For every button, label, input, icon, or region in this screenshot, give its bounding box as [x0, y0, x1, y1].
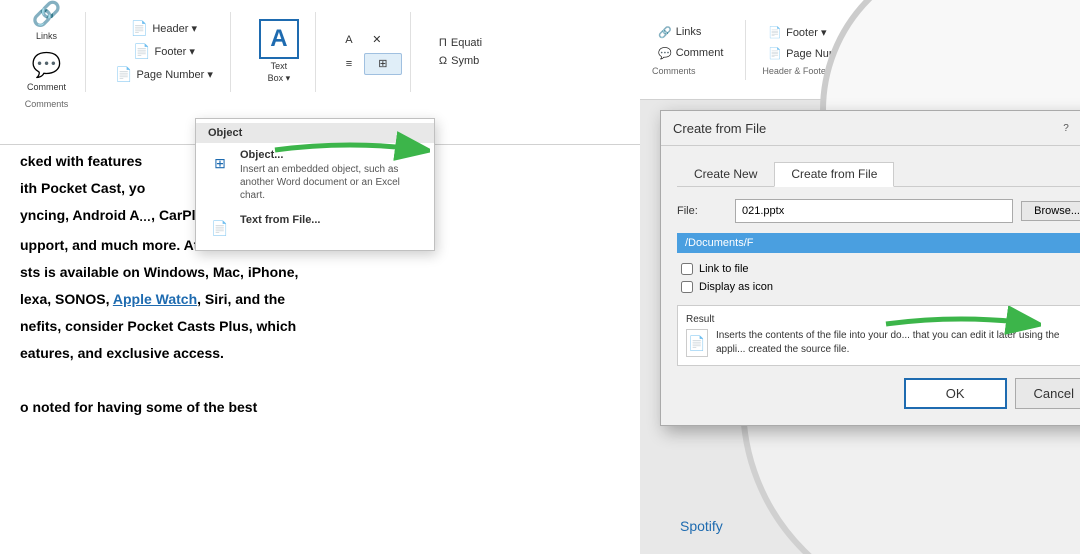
- symbol-label: Symb: [451, 55, 479, 67]
- doc-line-9: [20, 370, 620, 391]
- links-button[interactable]: 🔗 Links: [22, 0, 72, 46]
- dialog-title: Create from File: [673, 121, 1057, 136]
- left-panel: 🔗 Links 💬 Comment Comments 📄 Header ▾: [0, 0, 640, 554]
- textbox-label: Text: [271, 61, 288, 71]
- textbox-button[interactable]: A Text Box ▾: [255, 15, 303, 88]
- footer-button[interactable]: 📄 Footer ▾: [126, 40, 202, 63]
- equation-button[interactable]: Π Equati: [433, 35, 488, 51]
- font-color-button[interactable]: A: [336, 29, 362, 51]
- links-group: 🔗 Links 💬 Comment Comments: [8, 12, 86, 92]
- pi-icon: Π: [439, 37, 447, 49]
- align-left-button[interactable]: ≡: [336, 53, 362, 75]
- link-to-file-label: Link to file: [699, 263, 749, 275]
- dialog-footer: OK Cancel: [677, 378, 1080, 409]
- text-from-file-title: Text from File...: [240, 214, 422, 226]
- textbox-group: A Text Box ▾: [243, 12, 316, 92]
- equation-label: Equati: [451, 37, 482, 49]
- dialog-titlebar: Create from File ? ✕: [661, 111, 1080, 146]
- ok-button[interactable]: OK: [904, 378, 1007, 409]
- right-comment-icon: 💬: [658, 47, 672, 60]
- right-comments-label: Comments: [652, 66, 729, 76]
- object-icon: ⊞: [208, 151, 232, 175]
- doc-line-10: o noted for having some of the best: [20, 397, 620, 418]
- textbox-icon: A: [259, 19, 299, 59]
- tab-create-from-file[interactable]: Create from File: [774, 162, 894, 187]
- spotify-link[interactable]: Spotify: [680, 518, 723, 534]
- green-arrow-right: [881, 306, 1041, 341]
- right-comment-label: Comment: [676, 47, 724, 59]
- comment-button[interactable]: 💬 Comment: [18, 46, 75, 97]
- create-from-file-dialog: Create from File ? ✕ Create New Create f…: [660, 110, 1080, 426]
- browse-button[interactable]: Browse...: [1021, 201, 1080, 221]
- page-number-label: Page Number ▾: [136, 68, 212, 81]
- green-arrow-left: [270, 130, 430, 170]
- doc-line-7: nefits, consider Pocket Casts Plus, whic…: [20, 316, 620, 337]
- page-number-button[interactable]: 📄 Page Number ▾: [108, 63, 220, 86]
- doc-line-6: lexa, SONOS, Apple Watch, Siri, and the: [20, 289, 620, 310]
- comment-label: Comment: [27, 82, 66, 92]
- path-bar: /Documents/F: [677, 233, 1080, 253]
- header-label: Header ▾: [152, 22, 197, 35]
- right-links-icon: 🔗: [658, 26, 672, 39]
- dialog-checkboxes: Link to file Display as icon: [681, 263, 1080, 293]
- dropdown-item-text-content: Text from File...: [240, 214, 422, 226]
- tab-create-new[interactable]: Create New: [677, 162, 774, 186]
- cancel-button[interactable]: Cancel: [1015, 378, 1080, 409]
- comment-icon: 💬: [32, 51, 62, 80]
- equations-group: Π Equati Ω Symb: [423, 12, 498, 92]
- text-from-file-icon: 📄: [208, 216, 232, 240]
- dialog-body: Create New Create from File File: Browse…: [661, 146, 1080, 425]
- ribbon-separator: [745, 20, 746, 80]
- file-label: File:: [677, 205, 727, 217]
- links-icon: 🔗: [32, 0, 62, 29]
- footer-label: Footer ▾: [154, 45, 194, 58]
- dropdown-item-text-from-file[interactable]: 📄 Text from File...: [196, 208, 434, 246]
- right-footer-icon: 📄: [768, 26, 782, 39]
- dialog-controls: ? ✕: [1057, 119, 1080, 137]
- doc-line-8: eatures, and exclusive access.: [20, 343, 620, 364]
- insert-frame-button[interactable]: ⊞: [364, 53, 402, 75]
- right-page-number-icon: 📄: [768, 47, 782, 60]
- file-field: File: Browse...: [677, 199, 1080, 223]
- symbol-button[interactable]: Ω Symb: [433, 53, 488, 69]
- display-as-icon-checkbox[interactable]: Display as icon: [681, 281, 1080, 293]
- header-icon: 📄: [131, 20, 148, 37]
- header-button[interactable]: 📄 Header ▾: [124, 17, 204, 40]
- dialog-tabs: Create New Create from File: [677, 162, 1080, 187]
- links-label: Links: [36, 31, 57, 41]
- display-as-icon-label: Display as icon: [699, 281, 773, 293]
- header-footer-group: 📄 Header ▾ 📄 Footer ▾ 📄 Page Number ▾: [98, 12, 231, 92]
- clear-format-button[interactable]: ✕: [364, 29, 390, 51]
- file-input[interactable]: [735, 199, 1013, 223]
- format-group: A ✕ ≡ ⊞: [328, 12, 411, 92]
- right-ribbon-group1: 🔗 Links 💬 Comment Comments: [652, 24, 729, 76]
- page-number-icon: 📄: [115, 66, 132, 83]
- right-panel: 🔗 Links 💬 Comment Comments 📄 Footer ▾ 📄 …: [640, 0, 1080, 554]
- right-links-label: Links: [676, 26, 702, 38]
- comments-group-label: Comments: [25, 99, 69, 109]
- omega-icon: Ω: [439, 55, 447, 67]
- link-to-file-input[interactable]: [681, 263, 693, 275]
- result-icon: 📄: [686, 329, 708, 357]
- footer-icon: 📄: [133, 43, 150, 60]
- doc-line-5: sts is available on Windows, Mac, iPhone…: [20, 262, 620, 283]
- display-as-icon-input[interactable]: [681, 281, 693, 293]
- right-footer-label: Footer ▾: [786, 26, 826, 39]
- right-comment-button[interactable]: 💬 Comment: [652, 45, 729, 62]
- right-links-button[interactable]: 🔗 Links: [652, 24, 729, 41]
- dialog-help-button[interactable]: ?: [1057, 119, 1075, 137]
- link-to-file-checkbox[interactable]: Link to file: [681, 263, 1080, 275]
